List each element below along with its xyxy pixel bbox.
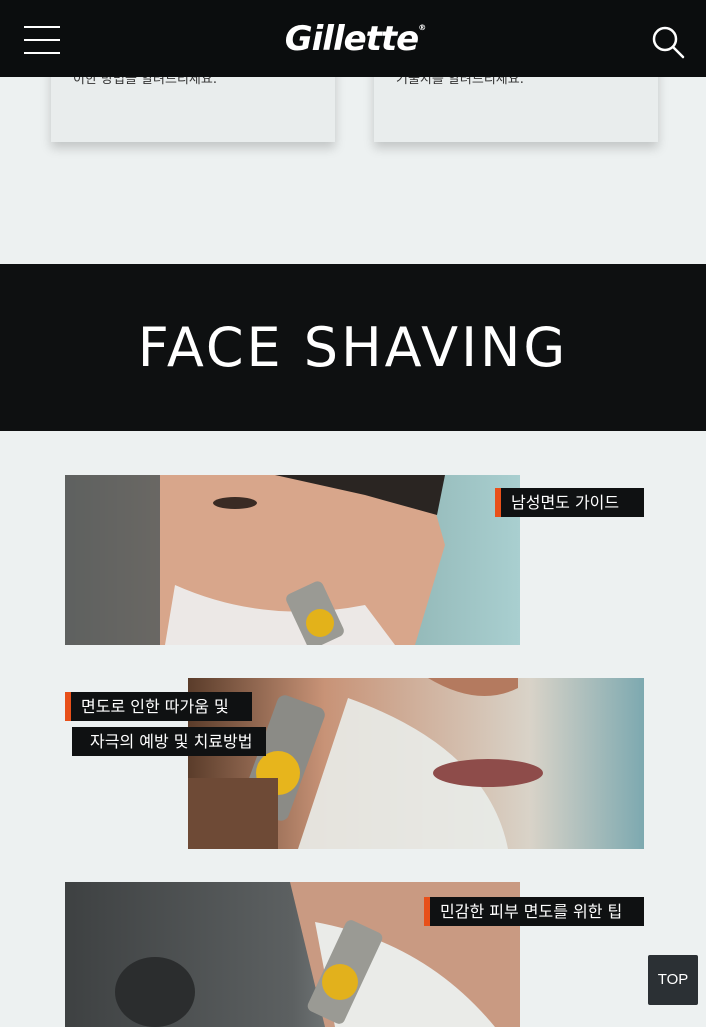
logo-text: Gillette [284, 19, 419, 59]
gillette-logo[interactable]: Gillette® [280, 16, 430, 62]
section-banner: FACE SHAVING [0, 264, 706, 431]
tag-label: 자극의 예방 및 치료방법 [90, 732, 253, 751]
tag-label: 면도로 인한 따가움 및 [81, 697, 229, 716]
tag-accent-bar [495, 488, 501, 517]
article-image-irritation[interactable] [188, 678, 644, 849]
section-title: FACE SHAVING [137, 316, 569, 379]
tag-label: 남성면도 가이드 [511, 493, 620, 512]
article-tag[interactable]: 민감한 피부 면도를 위한 팁 [424, 897, 644, 926]
site-header: Gillette® [0, 0, 706, 77]
tag-label: 민감한 피부 면도를 위한 팁 [440, 902, 623, 921]
tag-accent-bar [424, 897, 430, 926]
scroll-to-top-button[interactable]: TOP [648, 955, 698, 1005]
hamburger-menu-icon[interactable] [24, 26, 60, 56]
tag-accent-bar [65, 692, 71, 721]
logo-mark: ® [418, 23, 426, 32]
article-tag[interactable]: 면도로 인한 따가움 및 [65, 692, 252, 721]
article-tag[interactable]: 자극의 예방 및 치료방법 [72, 727, 266, 756]
search-icon[interactable] [650, 24, 686, 60]
article-image-shaving-guide[interactable] [65, 475, 520, 645]
article-tag[interactable]: 남성면도 가이드 [495, 488, 644, 517]
